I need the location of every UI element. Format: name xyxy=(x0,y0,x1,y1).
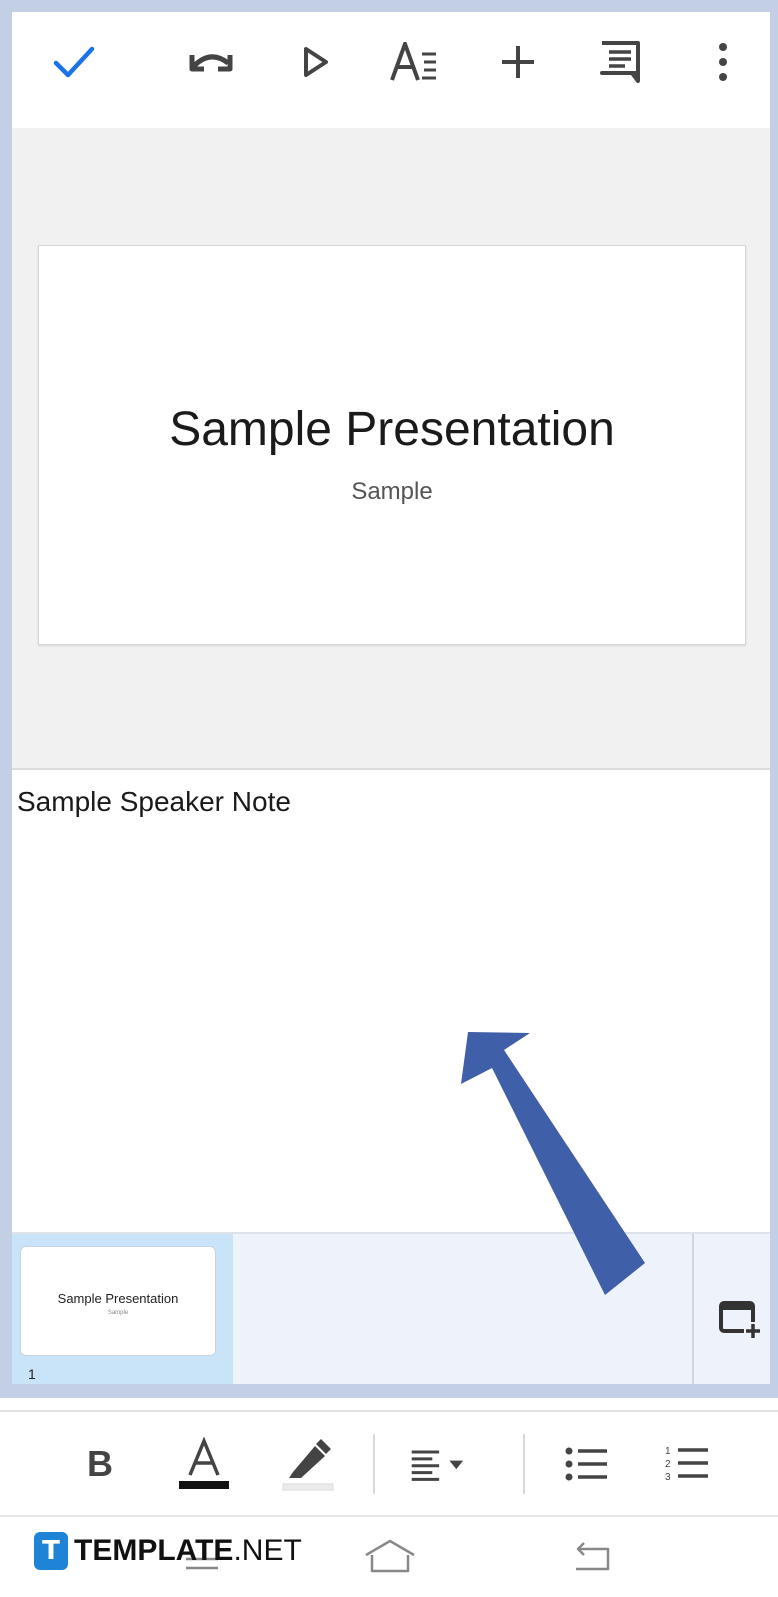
speaker-notes-area[interactable]: Sample Speaker Note xyxy=(12,772,770,1232)
slide-number: 1 xyxy=(28,1366,36,1382)
slide-canvas: Sample Presentation Sample xyxy=(12,128,770,770)
text-color-icon[interactable] xyxy=(174,1434,234,1494)
slide-title[interactable]: Sample Presentation xyxy=(39,402,745,457)
speaker-notes-text[interactable]: Sample Speaker Note xyxy=(17,786,291,818)
add-slide-icon[interactable] xyxy=(712,1292,768,1348)
slide-subtitle[interactable]: Sample xyxy=(39,478,745,506)
more-vertical-icon[interactable] xyxy=(695,34,751,90)
top-toolbar xyxy=(12,12,770,128)
slide-filmstrip: Sample Presentation Sample 1 xyxy=(12,1232,770,1386)
formatting-toolbar: B 1 2 3 xyxy=(0,1410,778,1515)
filmstrip-divider xyxy=(692,1234,694,1386)
system-nav-bar: T TEMPLATE.NET xyxy=(0,1515,778,1597)
thumbnail-title: Sample Presentation xyxy=(57,1291,179,1306)
slide[interactable]: Sample Presentation Sample xyxy=(38,245,746,645)
numbered-list-icon[interactable]: 1 2 3 xyxy=(657,1434,717,1494)
svg-text:1: 1 xyxy=(665,1446,671,1457)
template-net-logo: T xyxy=(34,1532,68,1570)
bold-icon[interactable]: B xyxy=(70,1434,130,1494)
watermark-suffix: .NET xyxy=(233,1534,302,1567)
template-net-watermark: T TEMPLATE.NET xyxy=(34,1529,302,1573)
bulleted-list-icon[interactable] xyxy=(557,1434,617,1494)
text-format-icon[interactable] xyxy=(387,34,443,90)
watermark-brand: TEMPLATE xyxy=(74,1534,234,1567)
back-icon[interactable] xyxy=(562,1529,622,1585)
watermark-text: TEMPLATE.NET xyxy=(74,1534,302,1568)
svg-text:2: 2 xyxy=(665,1459,671,1470)
undo-icon[interactable] xyxy=(183,34,239,90)
add-icon[interactable] xyxy=(490,34,546,90)
home-icon[interactable] xyxy=(360,1529,420,1585)
align-icon[interactable] xyxy=(410,1434,470,1494)
svg-text:3: 3 xyxy=(665,1472,671,1483)
format-separator xyxy=(523,1434,525,1494)
bold-label: B xyxy=(87,1443,113,1484)
thumbnail-subtitle: Sample xyxy=(107,1310,129,1316)
slide-thumbnail-selected[interactable]: Sample Presentation Sample 1 xyxy=(12,1234,233,1386)
play-icon[interactable] xyxy=(287,34,343,90)
check-icon[interactable] xyxy=(46,34,102,90)
comment-icon[interactable] xyxy=(592,34,648,90)
highlight-icon[interactable] xyxy=(278,1434,338,1494)
slide-thumbnail[interactable]: Sample Presentation Sample xyxy=(20,1246,216,1356)
format-separator xyxy=(373,1434,375,1494)
